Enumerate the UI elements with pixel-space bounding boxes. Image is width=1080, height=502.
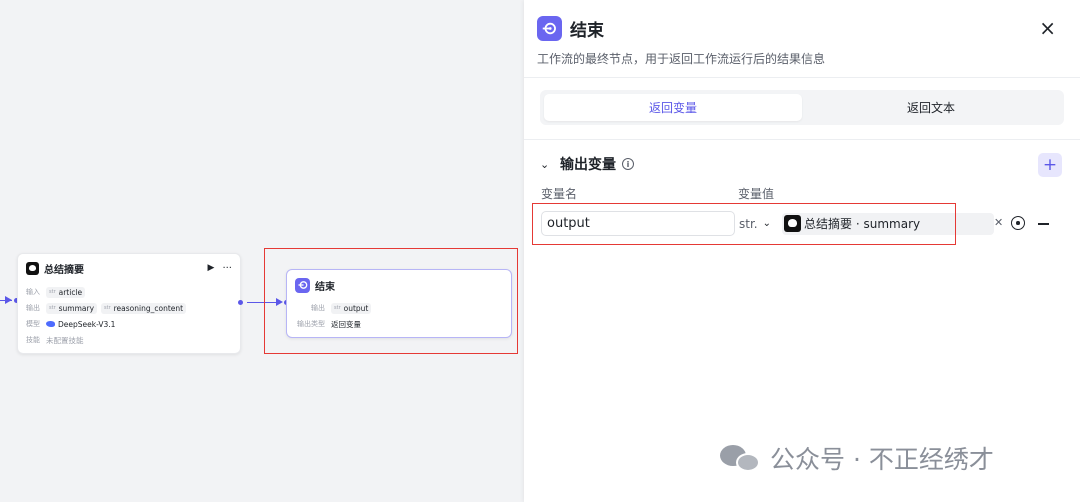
whale-icon <box>46 321 55 327</box>
end-node-icon <box>537 16 562 41</box>
highlight-box-end-node <box>264 248 518 354</box>
workflow-canvas[interactable]: 总结摘要 ▶ ··· 输入 str article 输出 str summary… <box>0 0 524 502</box>
tab-return-variable[interactable]: 返回变量 <box>544 94 802 121</box>
tab-return-text[interactable]: 返回文本 <box>802 94 1060 121</box>
summary-node[interactable]: 总结摘要 ▶ ··· 输入 str article 输出 str summary… <box>17 253 241 354</box>
variable-column-headers: 变量名 变量值 <box>524 185 1080 201</box>
variable-picker-icon[interactable] <box>1011 216 1025 230</box>
type-badge: str <box>104 305 111 311</box>
panel-title: 结束 <box>570 21 604 41</box>
remove-variable-button[interactable] <box>1038 223 1049 225</box>
incoming-edge-arrow <box>5 296 12 304</box>
add-variable-button[interactable]: + <box>1038 153 1062 177</box>
summary-node-input-row: 输入 str article <box>18 284 240 300</box>
more-icon[interactable]: ··· <box>222 263 232 274</box>
output-label: 输出 <box>26 304 40 312</box>
panel-description: 工作流的最终节点，用于返回工作流运行后的结果信息 <box>537 52 826 66</box>
panel-header: 结束 × 工作流的最终节点，用于返回工作流运行后的结果信息 <box>524 0 1080 78</box>
wechat-icon <box>720 443 760 473</box>
summary-node-output-port[interactable] <box>238 300 243 305</box>
highlight-box-variable-row <box>532 203 956 245</box>
summary-node-model-row: 模型 DeepSeek-V3.1 <box>18 316 240 332</box>
summary-node-output-row: 输出 str summary str reasoning_content <box>18 300 240 316</box>
chevron-down-icon[interactable]: ⌄ <box>540 158 560 171</box>
column-header-value: 变量值 <box>738 187 775 201</box>
watermark: 公众号 · 不正经绣才 <box>720 440 994 476</box>
output-variables-section-header[interactable]: ⌄ 输出变量 i + <box>524 153 1080 177</box>
run-icon[interactable]: ▶ <box>208 263 215 273</box>
skill-label: 技能 <box>26 336 40 344</box>
end-node-config-panel: 结束 × 工作流的最终节点，用于返回工作流运行后的结果信息 返回变量 返回文本 … <box>524 0 1080 502</box>
column-header-name: 变量名 <box>541 187 578 201</box>
output-tag-summary: str summary <box>46 302 98 314</box>
divider <box>524 139 1080 140</box>
type-badge: str <box>49 305 56 311</box>
model-label: 模型 <box>26 320 40 328</box>
type-badge: str <box>49 289 56 295</box>
info-icon[interactable]: i <box>622 158 634 170</box>
section-title: 输出变量 <box>560 157 616 173</box>
clear-reference-icon[interactable]: ✕ <box>994 216 1003 229</box>
output-tag-reasoning: str reasoning_content <box>101 302 187 314</box>
input-tag-article: str article <box>46 286 86 298</box>
input-label: 输入 <box>26 288 40 296</box>
watermark-text: 公众号 · 不正经绣才 <box>770 445 994 474</box>
skill-value: 未配置技能 <box>46 335 84 345</box>
input-name: article <box>58 287 83 297</box>
summary-node-skill-row: 技能 未配置技能 <box>18 332 240 348</box>
summary-node-header: 总结摘要 ▶ ··· <box>18 254 240 282</box>
deepseek-icon <box>26 261 39 275</box>
output-name: reasoning_content <box>113 303 184 313</box>
summary-node-title: 总结摘要 <box>44 264 84 276</box>
close-icon[interactable]: × <box>1039 18 1056 38</box>
panel-title-row: 结束 <box>537 16 1067 41</box>
model-value: DeepSeek-V3.1 <box>58 319 116 329</box>
output-name: summary <box>58 303 95 313</box>
return-mode-tabs: 返回变量 返回文本 <box>540 90 1064 125</box>
